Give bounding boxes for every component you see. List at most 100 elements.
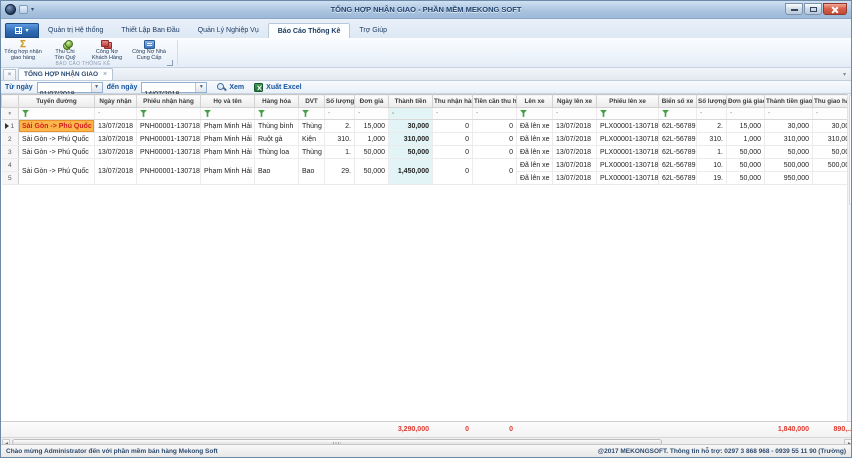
filter-cell[interactable]: - bbox=[765, 108, 813, 120]
header-tien-can-thu-ho[interactable]: Tiền cần thu hộ bbox=[473, 95, 517, 108]
cell-dvt[interactable]: Thùng bbox=[299, 146, 325, 159]
export-excel-button[interactable]: Xuất Excel bbox=[254, 83, 301, 92]
cell-hang-hoa[interactable]: Thùng bình bbox=[255, 120, 299, 133]
filter-cell[interactable]: - bbox=[389, 108, 433, 120]
ribbon-tab-quan-ly-nghiep-vu[interactable]: Quản Lý Nghiệp Vụ bbox=[189, 23, 268, 38]
application-menu-button[interactable]: ▾ bbox=[5, 23, 39, 38]
header-tuyen-duong[interactable]: Tuyến đường bbox=[19, 95, 95, 108]
filter-cell[interactable]: - bbox=[473, 108, 517, 120]
filter-cell[interactable]: - bbox=[727, 108, 765, 120]
cell-phieu-len-xe[interactable]: PLX00001-130718 bbox=[597, 172, 659, 185]
filter-cell[interactable] bbox=[299, 108, 325, 120]
vertical-scrollbar[interactable] bbox=[847, 94, 852, 421]
header-bien-so-xe[interactable]: Biển số xe bbox=[659, 95, 697, 108]
cell-bien-so[interactable]: 62L-56789 bbox=[659, 159, 697, 172]
cell-dvt[interactable]: Thùng bbox=[299, 120, 325, 133]
header-ngay-nhan[interactable]: Ngày nhận bbox=[95, 95, 137, 108]
ribbon-tab-tro-giup[interactable]: Trợ Giúp bbox=[350, 23, 396, 38]
filter-cell[interactable]: - bbox=[433, 108, 473, 120]
cell-phieu-nhan[interactable]: PNH00001-130718 bbox=[137, 133, 201, 146]
cell-dg-giao[interactable]: 1,000 bbox=[727, 133, 765, 146]
cell-ho-ten[interactable]: Phạm Minh Hải bbox=[201, 159, 255, 185]
cell-don-gia[interactable]: 1,000 bbox=[355, 133, 389, 146]
filter-cell[interactable]: - bbox=[355, 108, 389, 120]
cell-hang-hoa[interactable]: Ruột gà bbox=[255, 133, 299, 146]
cell-len-xe[interactable]: Đã lên xe bbox=[517, 159, 553, 172]
cell-dvt[interactable]: Kiện bbox=[299, 133, 325, 146]
filter-cell[interactable]: - bbox=[697, 108, 727, 120]
cell-phieu-nhan[interactable]: PNH00001-130718 bbox=[137, 146, 201, 159]
header-ngay-len-xe[interactable]: Ngày lên xe bbox=[553, 95, 597, 108]
header-len-xe[interactable]: Lên xe bbox=[517, 95, 553, 108]
from-date-picker[interactable]: ▼ bbox=[37, 82, 103, 93]
header-thu-nhan-hang[interactable]: Thu nhận hàng bbox=[433, 95, 473, 108]
filter-cell[interactable] bbox=[19, 108, 95, 120]
header-phieu-len-xe[interactable]: Phiếu lên xe bbox=[597, 95, 659, 108]
header-so-luong-giao[interactable]: Số lượng giao bbox=[697, 95, 727, 108]
cell-thu-ho[interactable]: 0 bbox=[473, 146, 517, 159]
cell-phieu-len-xe[interactable]: PLX00001-130718 bbox=[597, 146, 659, 159]
header-thanh-tien[interactable]: Thành tiền bbox=[389, 95, 433, 108]
cell-thanh-tien[interactable]: 50,000 bbox=[389, 146, 433, 159]
cell-sl-giao[interactable]: 310. bbox=[697, 133, 727, 146]
cell-thanh-tien[interactable]: 310,000 bbox=[389, 133, 433, 146]
cell-thu-nhan[interactable]: 0 bbox=[433, 146, 473, 159]
supplier-debt-button[interactable]: Công Nợ Nhà Cung Cấp bbox=[129, 39, 169, 61]
cell-ngay-nhan[interactable]: 13/07/2018 bbox=[95, 159, 137, 185]
cell-so-luong[interactable]: 2. bbox=[325, 120, 355, 133]
cell-len-xe[interactable]: Đã lên xe bbox=[517, 120, 553, 133]
cell-phieu-len-xe[interactable]: PLX00001-130718 bbox=[597, 159, 659, 172]
cell-tt-giao[interactable]: 950,000 bbox=[765, 172, 813, 185]
document-tab-tong-hop-nhan-giao[interactable]: TỔNG HỢP NHẬN GIAO × bbox=[18, 68, 113, 80]
header-don-gia[interactable]: Đơn giá bbox=[355, 95, 389, 108]
cell-don-gia[interactable]: 50,000 bbox=[355, 159, 389, 185]
header-thanh-tien-giao[interactable]: Thành tiền giao bbox=[765, 95, 813, 108]
filter-cell[interactable]: - bbox=[325, 108, 355, 120]
cell-route[interactable]: Sài Gòn -> Phú Quốc bbox=[19, 159, 95, 185]
cell-sl-giao[interactable]: 10. bbox=[697, 159, 727, 172]
cell-so-luong[interactable]: 310. bbox=[325, 133, 355, 146]
cell-thu-ho[interactable]: 0 bbox=[473, 133, 517, 146]
from-date-dropdown-icon[interactable]: ▼ bbox=[91, 83, 102, 93]
cell-phieu-nhan[interactable]: PNH00001-130718 bbox=[137, 159, 201, 185]
filter-cell[interactable]: - bbox=[95, 108, 137, 120]
cell-ngay-len-xe[interactable]: 13/07/2018 bbox=[553, 120, 597, 133]
cell-thu-nhan[interactable]: 0 bbox=[433, 159, 473, 185]
to-date-dropdown-icon[interactable]: ▼ bbox=[195, 83, 206, 93]
cell-thu-ho[interactable]: 0 bbox=[473, 159, 517, 185]
cell-dg-giao[interactable]: 50,000 bbox=[727, 146, 765, 159]
cell-ngay-nhan[interactable]: 13/07/2018 bbox=[95, 146, 137, 159]
cell-dg-giao[interactable]: 50,000 bbox=[727, 159, 765, 172]
cell-hang-hoa[interactable]: Thùng loa bbox=[255, 146, 299, 159]
cell-sl-giao[interactable]: 19. bbox=[697, 172, 727, 185]
cell-phieu-len-xe[interactable]: PLX00001-130718 bbox=[597, 133, 659, 146]
cell-tt-giao[interactable]: 310,000 bbox=[765, 133, 813, 146]
cell-dg-giao[interactable]: 50,000 bbox=[727, 172, 765, 185]
header-dvt[interactable]: DVT bbox=[299, 95, 325, 108]
cell-phieu-nhan[interactable]: PNH00001-130718 bbox=[137, 120, 201, 133]
cell-so-luong[interactable]: 29. bbox=[325, 159, 355, 185]
filter-cell[interactable] bbox=[659, 108, 697, 120]
cell-thanh-tien[interactable]: 30,000 bbox=[389, 120, 433, 133]
document-list-button[interactable]: × bbox=[3, 69, 16, 80]
cell-sl-giao[interactable]: 1. bbox=[697, 146, 727, 159]
minimize-button[interactable] bbox=[785, 3, 803, 15]
ribbon-tab-quan-tri-he-thong[interactable]: Quản trị Hệ thống bbox=[39, 23, 112, 38]
header-don-gia-giao[interactable]: Đơn giá giao bbox=[727, 95, 765, 108]
cell-sl-giao[interactable]: 2. bbox=[697, 120, 727, 133]
cell-route-selected[interactable]: Sài Gòn -> Phú Quốc bbox=[19, 120, 95, 133]
table-row[interactable]: 3 Sài Gòn -> Phú Quốc 13/07/2018 PNH0000… bbox=[2, 146, 852, 159]
ribbon-tab-bao-cao-thong-ke[interactable]: Báo Cáo Thống Kê bbox=[268, 23, 351, 38]
ribbon-tab-thiet-lap-ban-dau[interactable]: Thiết Lập Ban Đầu bbox=[112, 23, 188, 38]
cell-bien-so[interactable]: 62L-56789 bbox=[659, 133, 697, 146]
customer-debt-button[interactable]: Công Nợ Khách Hàng bbox=[87, 39, 127, 61]
cell-tt-giao[interactable]: 50,000 bbox=[765, 146, 813, 159]
cell-don-gia[interactable]: 15,000 bbox=[355, 120, 389, 133]
filter-cell[interactable] bbox=[201, 108, 255, 120]
vertical-scrollbar-thumb[interactable] bbox=[849, 95, 852, 205]
cell-ngay-len-xe[interactable]: 13/07/2018 bbox=[553, 172, 597, 185]
tab-close-icon[interactable]: × bbox=[103, 71, 107, 78]
filter-cell[interactable]: - bbox=[553, 108, 597, 120]
cell-phieu-len-xe[interactable]: PLX00001-130718 bbox=[597, 120, 659, 133]
cell-bien-so[interactable]: 62L-56789 bbox=[659, 120, 697, 133]
